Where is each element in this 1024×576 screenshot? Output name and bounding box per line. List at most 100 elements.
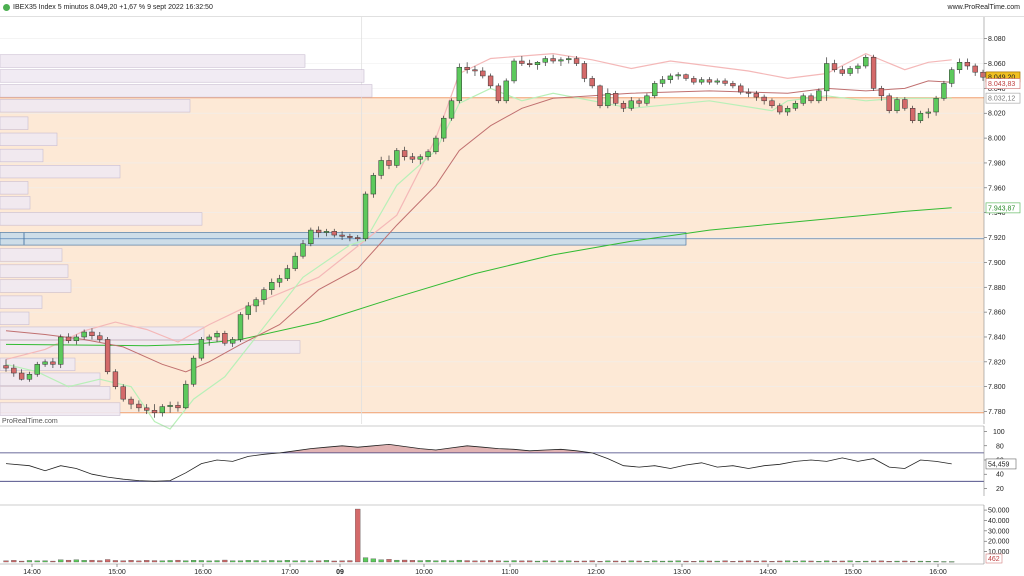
volume-bar [112,560,118,563]
volume-bar [331,560,337,563]
volume-bar [738,560,744,563]
candle-body-down [104,339,111,373]
candle-body-down [65,336,72,341]
volume-bar [503,560,509,563]
candle-body-up [534,62,541,66]
candle-body-down [495,85,502,102]
candle-body-up [58,336,64,365]
time-tick-label: 15:00 [844,569,862,576]
chart-canvas[interactable]: 8.0808.0608.0408.0208.0007.9807.9607.940… [0,0,1024,576]
candle-body-up [441,117,447,139]
candle [816,88,822,104]
volume-bar [355,508,361,563]
candle-body-down [472,69,478,72]
candle-body-up [652,83,658,97]
volume-bar [667,560,673,563]
price-tick-label: 7.900 [988,260,1006,267]
volume-bar [683,560,689,563]
volume-bar [792,560,798,563]
volume-bar [488,560,494,563]
volume-bar [613,560,619,563]
candle-body-up [917,112,924,121]
candle [222,330,228,346]
candle-body-down [972,65,978,73]
volume-bar [761,560,767,563]
candle [34,361,40,377]
volume-bar [847,560,853,563]
volume-bar [675,560,681,563]
candle-body-up [816,90,822,102]
candle-body-up [855,65,861,69]
candle [104,336,111,375]
candle-body-up [644,95,650,104]
candle-body-down [612,93,619,104]
price-label-green: 7.943,87 [985,202,1021,214]
candle-body-down [89,331,95,336]
volume-bar [58,559,64,563]
price-tick-label: 7.780 [988,409,1006,416]
volume-bar [831,560,838,563]
candle-body-down [355,237,361,240]
volume-profile-bar [0,132,58,146]
candle-body-down [706,79,713,83]
time-tick-label: 16:00 [194,569,212,576]
candle-body-down [175,405,181,409]
volume-profile-bar [0,84,373,98]
candle-body-up [167,405,173,407]
candle-body-down [97,335,103,340]
oscillator-last-label: 54,459 [985,458,1017,470]
candle [909,105,916,124]
volume-bar [620,560,627,563]
candle-body-down [761,96,767,102]
volume-bar [34,560,40,563]
volume-bar [128,560,134,563]
volume-bar [409,560,416,563]
volume-bar [722,560,728,563]
volume-bar [448,560,455,563]
candle [503,78,509,104]
volume-bar [581,560,587,563]
volume-last-text: 462 [988,556,1000,563]
price-label-text: 8.043,83 [988,81,1015,88]
volume-profile-bar [0,116,29,130]
candle-body-up [949,69,955,84]
volume-bar [433,560,439,563]
candle [894,97,900,114]
time-tick-label: 15:00 [108,569,126,576]
candle-body-up [284,268,291,279]
candle-body-up [183,383,189,409]
candle-body-down [839,69,845,74]
volume-profile-bar [0,248,63,262]
volume-bar [222,559,228,563]
volume-bar [785,560,791,563]
volume-bar [65,559,72,563]
candle-body-up [394,150,400,166]
candle-body-down [964,62,971,67]
candle-body-up [659,79,666,84]
candle [441,115,447,142]
candle-body-up [323,231,330,233]
price-tick-label: 7.960 [988,185,1006,192]
volume-bar [191,560,197,563]
volume-bar [941,561,947,563]
time-tick-label: 14:00 [759,569,777,576]
volume-bar [370,558,376,563]
volume-profile-bar [0,372,101,386]
price-tick-label: 7.840 [988,334,1006,341]
volume-bar [480,560,486,563]
volume-bar [347,560,353,563]
candle-body-down [401,150,408,157]
candle-body-up [800,95,806,104]
price-tick-label: 8.000 [988,136,1006,143]
candle-body-up [73,336,80,341]
volume-profile-bar [0,311,30,325]
volume-bar [659,560,666,563]
candle-body-down [886,95,892,111]
price-label-gray: 8.032,12 [985,92,1021,104]
candle-body-up [378,160,384,176]
candle [433,135,439,155]
candle [112,369,119,390]
volume-bar [42,560,48,563]
candle [120,384,126,402]
volume-bar [245,560,251,563]
